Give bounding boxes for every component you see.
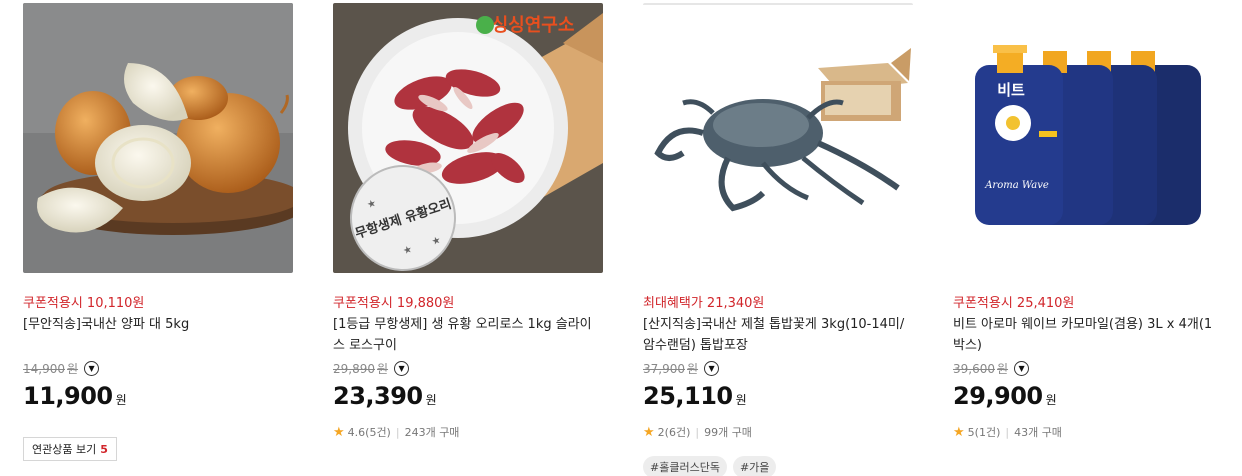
purchase-count: 243개 구매 [404,426,460,439]
divider: | [395,425,400,439]
product-card[interactable]: 무항생제 유황오리 ★ ★ ★ 싱싱연구소 쿠폰적용시 19,880원 [1등급… [333,0,605,476]
product-title[interactable]: [무안직송]국내산 양파 대 5kg [23,314,293,335]
chevron-down-icon[interactable]: ▼ [84,361,100,376]
detergent-bottles-photo: 비트 Aroma Wave [953,3,1223,273]
bottle-brand-text: 비트 [997,81,1025,99]
sale-price: 25,110 원 [643,382,747,410]
original-price-value: 29,890 [333,361,375,376]
sale-price-unit: 원 [425,393,437,407]
product-image-crab[interactable] [643,3,913,273]
product-title[interactable]: [산지직송]국내산 제철 톱밥꽃게 3kg(10-14미/암수랜덤) 톱밥포장 [643,314,913,356]
raw-duck-meat-photo: 무항생제 유황오리 ★ ★ ★ 싱싱연구소 [333,3,603,273]
sale-price-unit: 원 [115,393,127,407]
brand-logo-text: 싱싱연구소 [492,15,575,36]
sale-price: 29,900 원 [953,382,1057,410]
blue-crab-photo [643,3,913,273]
sale-price-value: 25,110 [643,382,733,410]
original-price-value: 14,900 [23,361,65,376]
purchase-count: 99개 구매 [704,426,752,439]
related-products-count: 5 [100,442,108,456]
tag-chip[interactable]: #홀클러스단독 [643,456,727,476]
promo-price: 쿠폰적용시 10,110원 [23,296,145,311]
product-image-detergent[interactable]: 비트 Aroma Wave [953,3,1223,273]
product-title[interactable]: [1등급 무항생제] 생 유황 오리로스 1kg 슬라이스 로스구이 [333,314,603,356]
original-price-unit: 원 [687,362,699,376]
rating-value: 2(6건) [657,426,691,439]
original-price-unit: 원 [67,362,79,376]
original-price: 39,600 원 ▼ [953,360,1030,377]
original-price: 29,890 원 ▼ [333,360,410,377]
original-price: 37,900 원 ▼ [643,360,720,377]
promo-price: 쿠폰적용시 25,410원 [953,296,1075,311]
rating-value: 5(1건) [967,426,1001,439]
bottle-line-text: Aroma Wave [984,180,1049,191]
rating-row: ★ 5(1건) | 43개 구매 [953,424,1062,440]
chevron-down-icon[interactable]: ▼ [704,361,720,376]
promo-price: 최대혜택가 21,340원 [643,296,765,311]
product-image-duck[interactable]: 무항생제 유황오리 ★ ★ ★ 싱싱연구소 [333,3,603,273]
product-card[interactable]: 쿠폰적용시 10,110원 [무안직송]국내산 양파 대 5kg 14,900 … [23,0,295,476]
promo-price: 쿠폰적용시 19,880원 [333,296,455,311]
sale-price-value: 23,390 [333,382,423,410]
divider: | [1005,425,1010,439]
product-title[interactable]: 비트 아로마 웨이브 카모마일(겸용) 3L x 4개(1박스) [953,314,1223,356]
rating-row: ★ 2(6건) | 99개 구매 [643,424,752,440]
related-products-button[interactable]: 연관상품 보기 5 [23,437,117,461]
star-icon: ★ [333,424,345,440]
purchase-count: 43개 구매 [1014,426,1062,439]
original-price-value: 37,900 [643,361,685,376]
sale-price: 11,900 원 [23,382,127,410]
tag-chip[interactable]: #가을 [732,456,777,476]
sale-price-unit: 원 [735,393,747,407]
chevron-down-icon[interactable]: ▼ [1014,361,1030,376]
sale-price: 23,390 원 [333,382,437,410]
sale-price-value: 11,900 [23,382,113,410]
product-image-onion[interactable] [23,3,293,273]
sale-price-value: 29,900 [953,382,1043,410]
tag-list: #홀클러스단독 #가을 [643,456,777,476]
divider: | [695,425,700,439]
product-card[interactable]: 최대혜택가 21,340원 [산지직송]국내산 제철 톱밥꽃게 3kg(10-1… [643,0,915,476]
original-price: 14,900 원 ▼ [23,360,100,377]
original-price-unit: 원 [997,362,1009,376]
sale-price-unit: 원 [1045,393,1057,407]
product-grid: 쿠폰적용시 10,110원 [무안직송]국내산 양파 대 5kg 14,900 … [0,0,1242,476]
product-card[interactable]: 비트 Aroma Wave 쿠폰적용시 25,410원 비트 아로마 웨이브 카… [953,0,1225,476]
chevron-down-icon[interactable]: ▼ [394,361,410,376]
star-icon: ★ [643,424,655,440]
original-price-value: 39,600 [953,361,995,376]
rating-row: ★ 4.6(5건) | 243개 구매 [333,424,459,440]
original-price-unit: 원 [377,362,389,376]
related-products-label: 연관상품 보기 [32,443,97,456]
rating-value: 4.6(5건) [347,426,391,439]
onion-photo [23,3,293,273]
star-icon: ★ [953,424,965,440]
